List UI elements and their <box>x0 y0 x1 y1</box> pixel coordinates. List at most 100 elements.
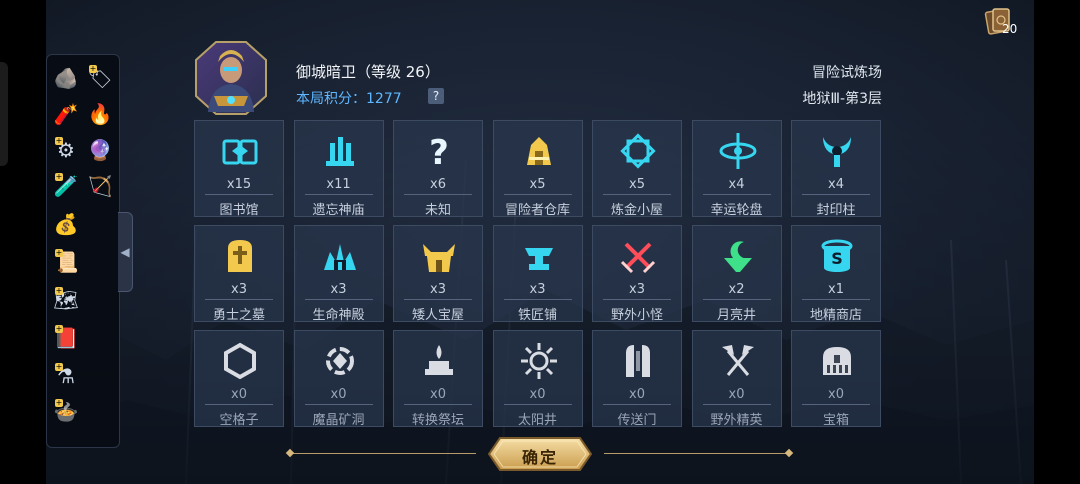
character-name: 御城暗卫（等级 26） <box>296 63 440 81</box>
spellbook-icon[interactable]: 📕 + <box>51 323 81 353</box>
room-name: 封印柱 <box>816 203 856 218</box>
room-tile[interactable]: x3 野外小怪 <box>592 225 682 323</box>
help-button[interactable]: ? <box>428 88 444 104</box>
room-tile[interactable]: x3 矮人宝屋 <box>393 225 483 323</box>
room-tile[interactable]: x0 魔晶矿洞 <box>293 330 384 428</box>
room-count: x6 <box>430 177 446 192</box>
room-tile[interactable]: x0 宝箱 <box>791 330 881 428</box>
seal-pillar-icon <box>823 137 851 167</box>
tablet-icon[interactable]: 📜 + <box>51 247 81 277</box>
moon-well-icon <box>723 241 752 272</box>
plus-badge-icon: + <box>55 136 63 145</box>
room-tile[interactable]: x0 野外精英 <box>691 330 782 428</box>
cauldron-icon[interactable]: 🍲 + <box>51 397 81 427</box>
room-type-grid: x15 图书馆 x11 遗忘神庙? x6 未知 x5 冒险者仓库 x5 炼金小屋 x4 幸运轮盘 x4 封… <box>194 120 883 428</box>
room-name: 转换祭坛 <box>411 413 464 428</box>
tile-divider <box>304 194 373 195</box>
stone-icon[interactable]: 🪨 <box>51 63 81 93</box>
plus-badge-icon: + <box>55 324 63 333</box>
room-tile[interactable]: x3 铁匠铺 <box>492 225 583 323</box>
collapse-panel-button[interactable]: ◀ <box>118 212 133 292</box>
crossed-axes-icon <box>721 345 754 376</box>
anvil-icon <box>524 248 553 270</box>
tile-divider <box>702 194 771 195</box>
character-portrait[interactable] <box>194 40 268 116</box>
room-tile[interactable]: x0 传送门 <box>592 330 682 428</box>
money-bag-icon[interactable]: 💰 <box>51 209 81 239</box>
dynamite-icon[interactable]: 🧨 <box>51 99 81 129</box>
room-name: 图书馆 <box>219 203 259 218</box>
device-notch <box>0 62 8 166</box>
plus-badge-icon: + <box>55 248 63 257</box>
stage-name: 冒险试炼场 <box>812 65 882 81</box>
room-count: x0 <box>728 387 745 402</box>
tile-divider <box>304 299 373 300</box>
room-name: 勇士之墓 <box>212 308 265 323</box>
crystal-mine-icon <box>325 347 354 375</box>
room-name: 空格子 <box>219 413 259 428</box>
room-name: 炼金小屋 <box>610 203 663 218</box>
room-tile[interactable]: x5 炼金小屋 <box>592 120 682 218</box>
room-count: x3 <box>430 282 446 297</box>
tomb-icon <box>228 240 252 272</box>
question-icon: ? <box>429 133 449 171</box>
chevron-left-icon: ◀ <box>120 245 130 259</box>
plus-badge-icon: + <box>55 172 63 181</box>
svg-text:?: ? <box>429 133 449 171</box>
room-name: 宝箱 <box>822 413 849 428</box>
scroll-tag-icon[interactable]: 🏷 + <box>85 63 115 93</box>
tile-divider <box>304 404 373 405</box>
gear-bundle-icon[interactable]: ⚙ + <box>51 135 81 165</box>
room-tile[interactable]: x3 生命神殿 <box>293 225 384 323</box>
chest-icon <box>823 347 851 375</box>
tile-divider <box>205 299 273 300</box>
room-count: x3 <box>330 282 347 297</box>
warehouse-icon <box>526 137 551 165</box>
room-count: x0 <box>231 387 247 402</box>
plus-badge-icon: + <box>55 286 63 295</box>
room-tile[interactable]: x11 遗忘神庙 <box>293 120 384 218</box>
room-tile[interactable]: x4 幸运轮盘 <box>691 120 782 218</box>
room-name: 传送门 <box>617 413 657 428</box>
plus-badge-icon: + <box>55 362 63 371</box>
svg-text:S: S <box>831 249 843 268</box>
map-scroll-icon[interactable]: 🗺 + <box>51 285 81 315</box>
tile-divider <box>205 404 273 405</box>
sun-well-icon <box>520 343 557 379</box>
room-tile[interactable]: x0 空格子 <box>194 330 284 428</box>
magic-orb-icon[interactable]: 🔮 <box>85 135 115 165</box>
slingshot-icon[interactable]: 🏹 <box>85 171 115 201</box>
wheel-icon <box>719 133 756 169</box>
room-tile[interactable]: x15 图书馆 <box>194 120 284 218</box>
room-tile[interactable]: x4 封印柱 <box>791 120 881 218</box>
room-tile[interactable]: x5 冒险者仓库 <box>492 120 583 218</box>
room-count: x0 <box>430 387 446 402</box>
potion-set-icon[interactable]: ⚗ + <box>51 361 81 391</box>
torch-hand-icon[interactable]: 🔥 <box>85 99 115 129</box>
tile-divider <box>503 404 572 405</box>
crossed-swords-icon <box>620 242 656 274</box>
room-name: 太阳井 <box>517 413 557 428</box>
room-count: x11 <box>326 177 351 192</box>
room-tile[interactable]: x0 转换祭坛 <box>393 330 483 428</box>
room-name: 幸运轮盘 <box>710 203 763 218</box>
room-name: 未知 <box>424 203 451 218</box>
room-tile[interactable]: ? x6 未知 <box>393 120 483 218</box>
confirm-button-label: 确定 <box>521 448 558 467</box>
tile-divider <box>802 404 870 405</box>
room-tile[interactable]: x3 勇士之墓 <box>194 225 284 323</box>
room-tile[interactable]: x0 太阳井 <box>492 330 583 428</box>
dwarf-house-icon <box>423 244 455 272</box>
room-name: 魔晶矿洞 <box>312 413 365 428</box>
tile-divider <box>603 299 671 300</box>
room-name: 铁匠铺 <box>517 308 557 323</box>
room-name: 遗忘神庙 <box>312 203 365 218</box>
room-tile[interactable]: Sx1 地精商店 <box>791 225 881 323</box>
room-tile[interactable]: x2 月亮井 <box>691 225 782 323</box>
run-score: 本局积分：1277 <box>296 91 402 107</box>
red-potion-icon[interactable]: 🧪 + <box>51 171 81 201</box>
plus-badge-icon: + <box>89 64 97 73</box>
room-count: x5 <box>529 177 546 192</box>
confirm-button[interactable]: 确定 <box>488 437 592 471</box>
tile-divider <box>802 299 870 300</box>
